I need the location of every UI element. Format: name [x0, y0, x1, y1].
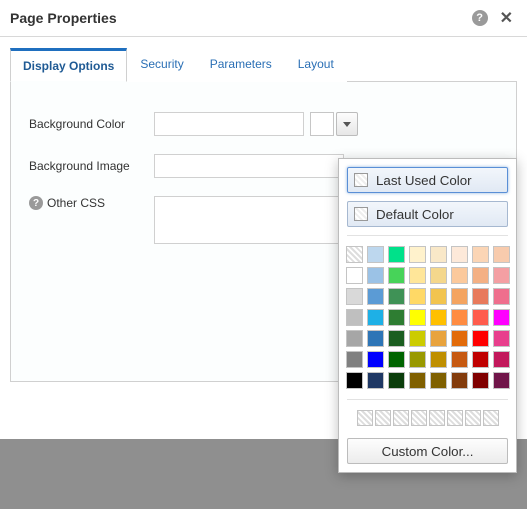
color-swatch[interactable]	[388, 267, 405, 284]
color-swatch[interactable]	[388, 330, 405, 347]
color-swatch[interactable]	[388, 372, 405, 389]
transparent-swatch-icon	[354, 173, 368, 187]
recent-colors-row	[347, 410, 508, 426]
color-swatch[interactable]	[367, 309, 384, 326]
color-swatch[interactable]	[451, 351, 468, 368]
recent-color-swatch[interactable]	[465, 410, 481, 426]
color-swatch[interactable]	[451, 372, 468, 389]
color-swatch[interactable]	[430, 372, 447, 389]
separator	[347, 235, 508, 236]
separator	[347, 399, 508, 400]
color-swatch[interactable]	[409, 372, 426, 389]
color-swatch[interactable]	[409, 309, 426, 326]
background-color-dropdown-button[interactable]	[336, 112, 358, 136]
color-swatch[interactable]	[493, 330, 510, 347]
label-other-css-text: Other CSS	[47, 196, 105, 210]
tab-security[interactable]: Security	[127, 48, 196, 82]
input-background-image[interactable]	[154, 154, 344, 178]
tab-layout[interactable]: Layout	[285, 48, 347, 82]
color-swatch[interactable]	[493, 246, 510, 263]
tab-parameters[interactable]: Parameters	[197, 48, 285, 82]
color-swatch[interactable]	[367, 246, 384, 263]
color-swatch[interactable]	[388, 246, 405, 263]
close-icon[interactable]: ✕	[496, 8, 517, 28]
color-picker-popup: Last Used Color Default Color Custom Col…	[338, 158, 517, 473]
chevron-down-icon	[343, 122, 351, 127]
color-swatch[interactable]	[367, 267, 384, 284]
color-swatch[interactable]	[451, 267, 468, 284]
color-swatch[interactable]	[367, 330, 384, 347]
color-swatch[interactable]	[430, 267, 447, 284]
custom-color-button[interactable]: Custom Color...	[347, 438, 508, 464]
color-swatch[interactable]	[451, 288, 468, 305]
color-swatch[interactable]	[451, 246, 468, 263]
color-swatch[interactable]	[430, 288, 447, 305]
color-swatch[interactable]	[493, 288, 510, 305]
color-swatch[interactable]	[472, 267, 489, 284]
color-swatch[interactable]	[430, 246, 447, 263]
tab-display-options[interactable]: Display Options	[10, 48, 127, 82]
dialog-title: Page Properties	[10, 10, 472, 26]
last-used-color-label: Last Used Color	[376, 173, 472, 188]
recent-color-swatch[interactable]	[393, 410, 409, 426]
color-swatch[interactable]	[430, 351, 447, 368]
color-swatch[interactable]	[493, 372, 510, 389]
default-color-button[interactable]: Default Color	[347, 201, 508, 227]
color-swatch[interactable]	[409, 267, 426, 284]
recent-color-swatch[interactable]	[375, 410, 391, 426]
dialog-titlebar: Page Properties ? ✕	[0, 0, 527, 37]
color-swatch[interactable]	[346, 267, 363, 284]
recent-color-swatch[interactable]	[483, 410, 499, 426]
recent-color-swatch[interactable]	[411, 410, 427, 426]
color-swatch[interactable]	[472, 330, 489, 347]
color-swatch[interactable]	[346, 288, 363, 305]
color-swatch[interactable]	[451, 330, 468, 347]
color-swatch[interactable]	[493, 309, 510, 326]
color-swatch[interactable]	[346, 246, 363, 263]
color-swatch[interactable]	[430, 330, 447, 347]
color-swatch[interactable]	[493, 351, 510, 368]
color-swatch[interactable]	[367, 372, 384, 389]
recent-color-swatch[interactable]	[429, 410, 445, 426]
color-swatch[interactable]	[409, 288, 426, 305]
color-swatch[interactable]	[409, 246, 426, 263]
color-swatch[interactable]	[388, 288, 405, 305]
color-swatch[interactable]	[409, 351, 426, 368]
input-background-color[interactable]	[154, 112, 304, 136]
color-swatch[interactable]	[472, 246, 489, 263]
recent-color-swatch[interactable]	[357, 410, 373, 426]
color-swatch[interactable]	[472, 288, 489, 305]
color-swatch[interactable]	[472, 351, 489, 368]
background-color-swatch	[310, 112, 334, 136]
color-swatch[interactable]	[346, 351, 363, 368]
last-used-color-button[interactable]: Last Used Color	[347, 167, 508, 193]
label-other-css: ? Other CSS	[29, 196, 154, 210]
color-swatch[interactable]	[451, 309, 468, 326]
color-swatch[interactable]	[367, 288, 384, 305]
color-swatch[interactable]	[409, 330, 426, 347]
color-swatch[interactable]	[346, 309, 363, 326]
help-icon[interactable]: ?	[29, 196, 43, 210]
color-swatch[interactable]	[388, 351, 405, 368]
color-swatch[interactable]	[388, 309, 405, 326]
row-background-color: Background Color	[29, 112, 498, 136]
default-color-label: Default Color	[376, 207, 454, 222]
color-swatch-grid	[347, 246, 508, 389]
recent-color-swatch[interactable]	[447, 410, 463, 426]
color-swatch[interactable]	[346, 372, 363, 389]
textarea-other-css[interactable]	[154, 196, 344, 244]
color-swatch[interactable]	[346, 330, 363, 347]
color-swatch[interactable]	[493, 267, 510, 284]
color-swatch[interactable]	[472, 372, 489, 389]
color-swatch[interactable]	[430, 309, 447, 326]
help-icon[interactable]: ?	[472, 10, 488, 26]
color-swatch[interactable]	[472, 309, 489, 326]
label-background-image: Background Image	[29, 159, 154, 173]
label-background-color: Background Color	[29, 117, 154, 131]
transparent-swatch-icon	[354, 207, 368, 221]
tab-bar: Display Options Security Parameters Layo…	[10, 47, 517, 82]
color-swatch[interactable]	[367, 351, 384, 368]
